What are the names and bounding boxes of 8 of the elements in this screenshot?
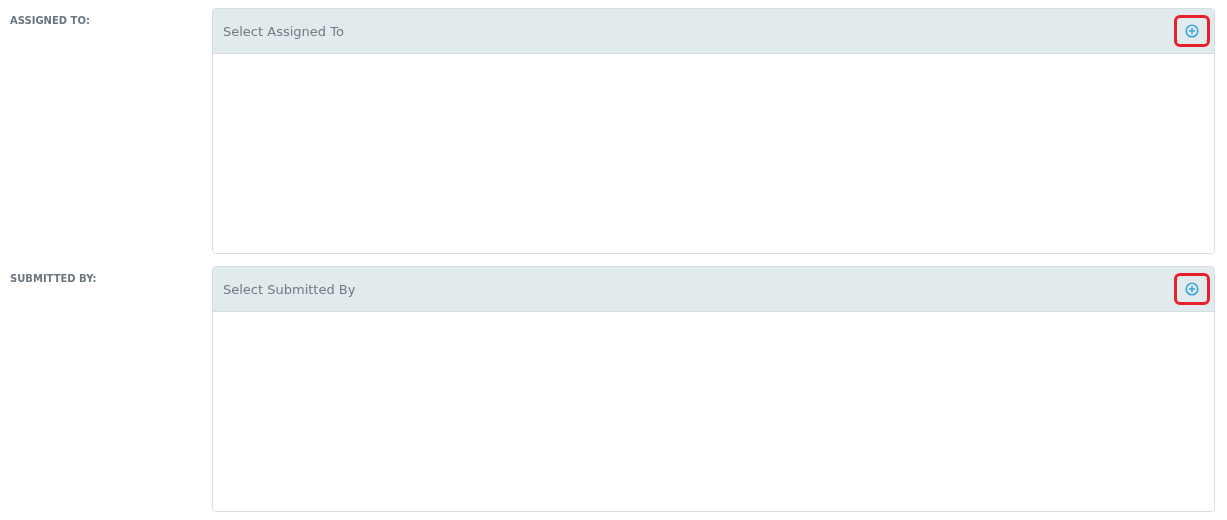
panel-title: Select Submitted By [223, 281, 356, 297]
field-label: SUBMITTED BY: [10, 272, 98, 286]
add-button[interactable] [1174, 15, 1210, 47]
panel-title: Select Assigned To [223, 23, 344, 39]
add-icon [1185, 24, 1199, 38]
add-icon [1185, 282, 1199, 296]
add-button[interactable] [1174, 273, 1210, 305]
field-label: ASSIGNED TO: [10, 14, 91, 28]
